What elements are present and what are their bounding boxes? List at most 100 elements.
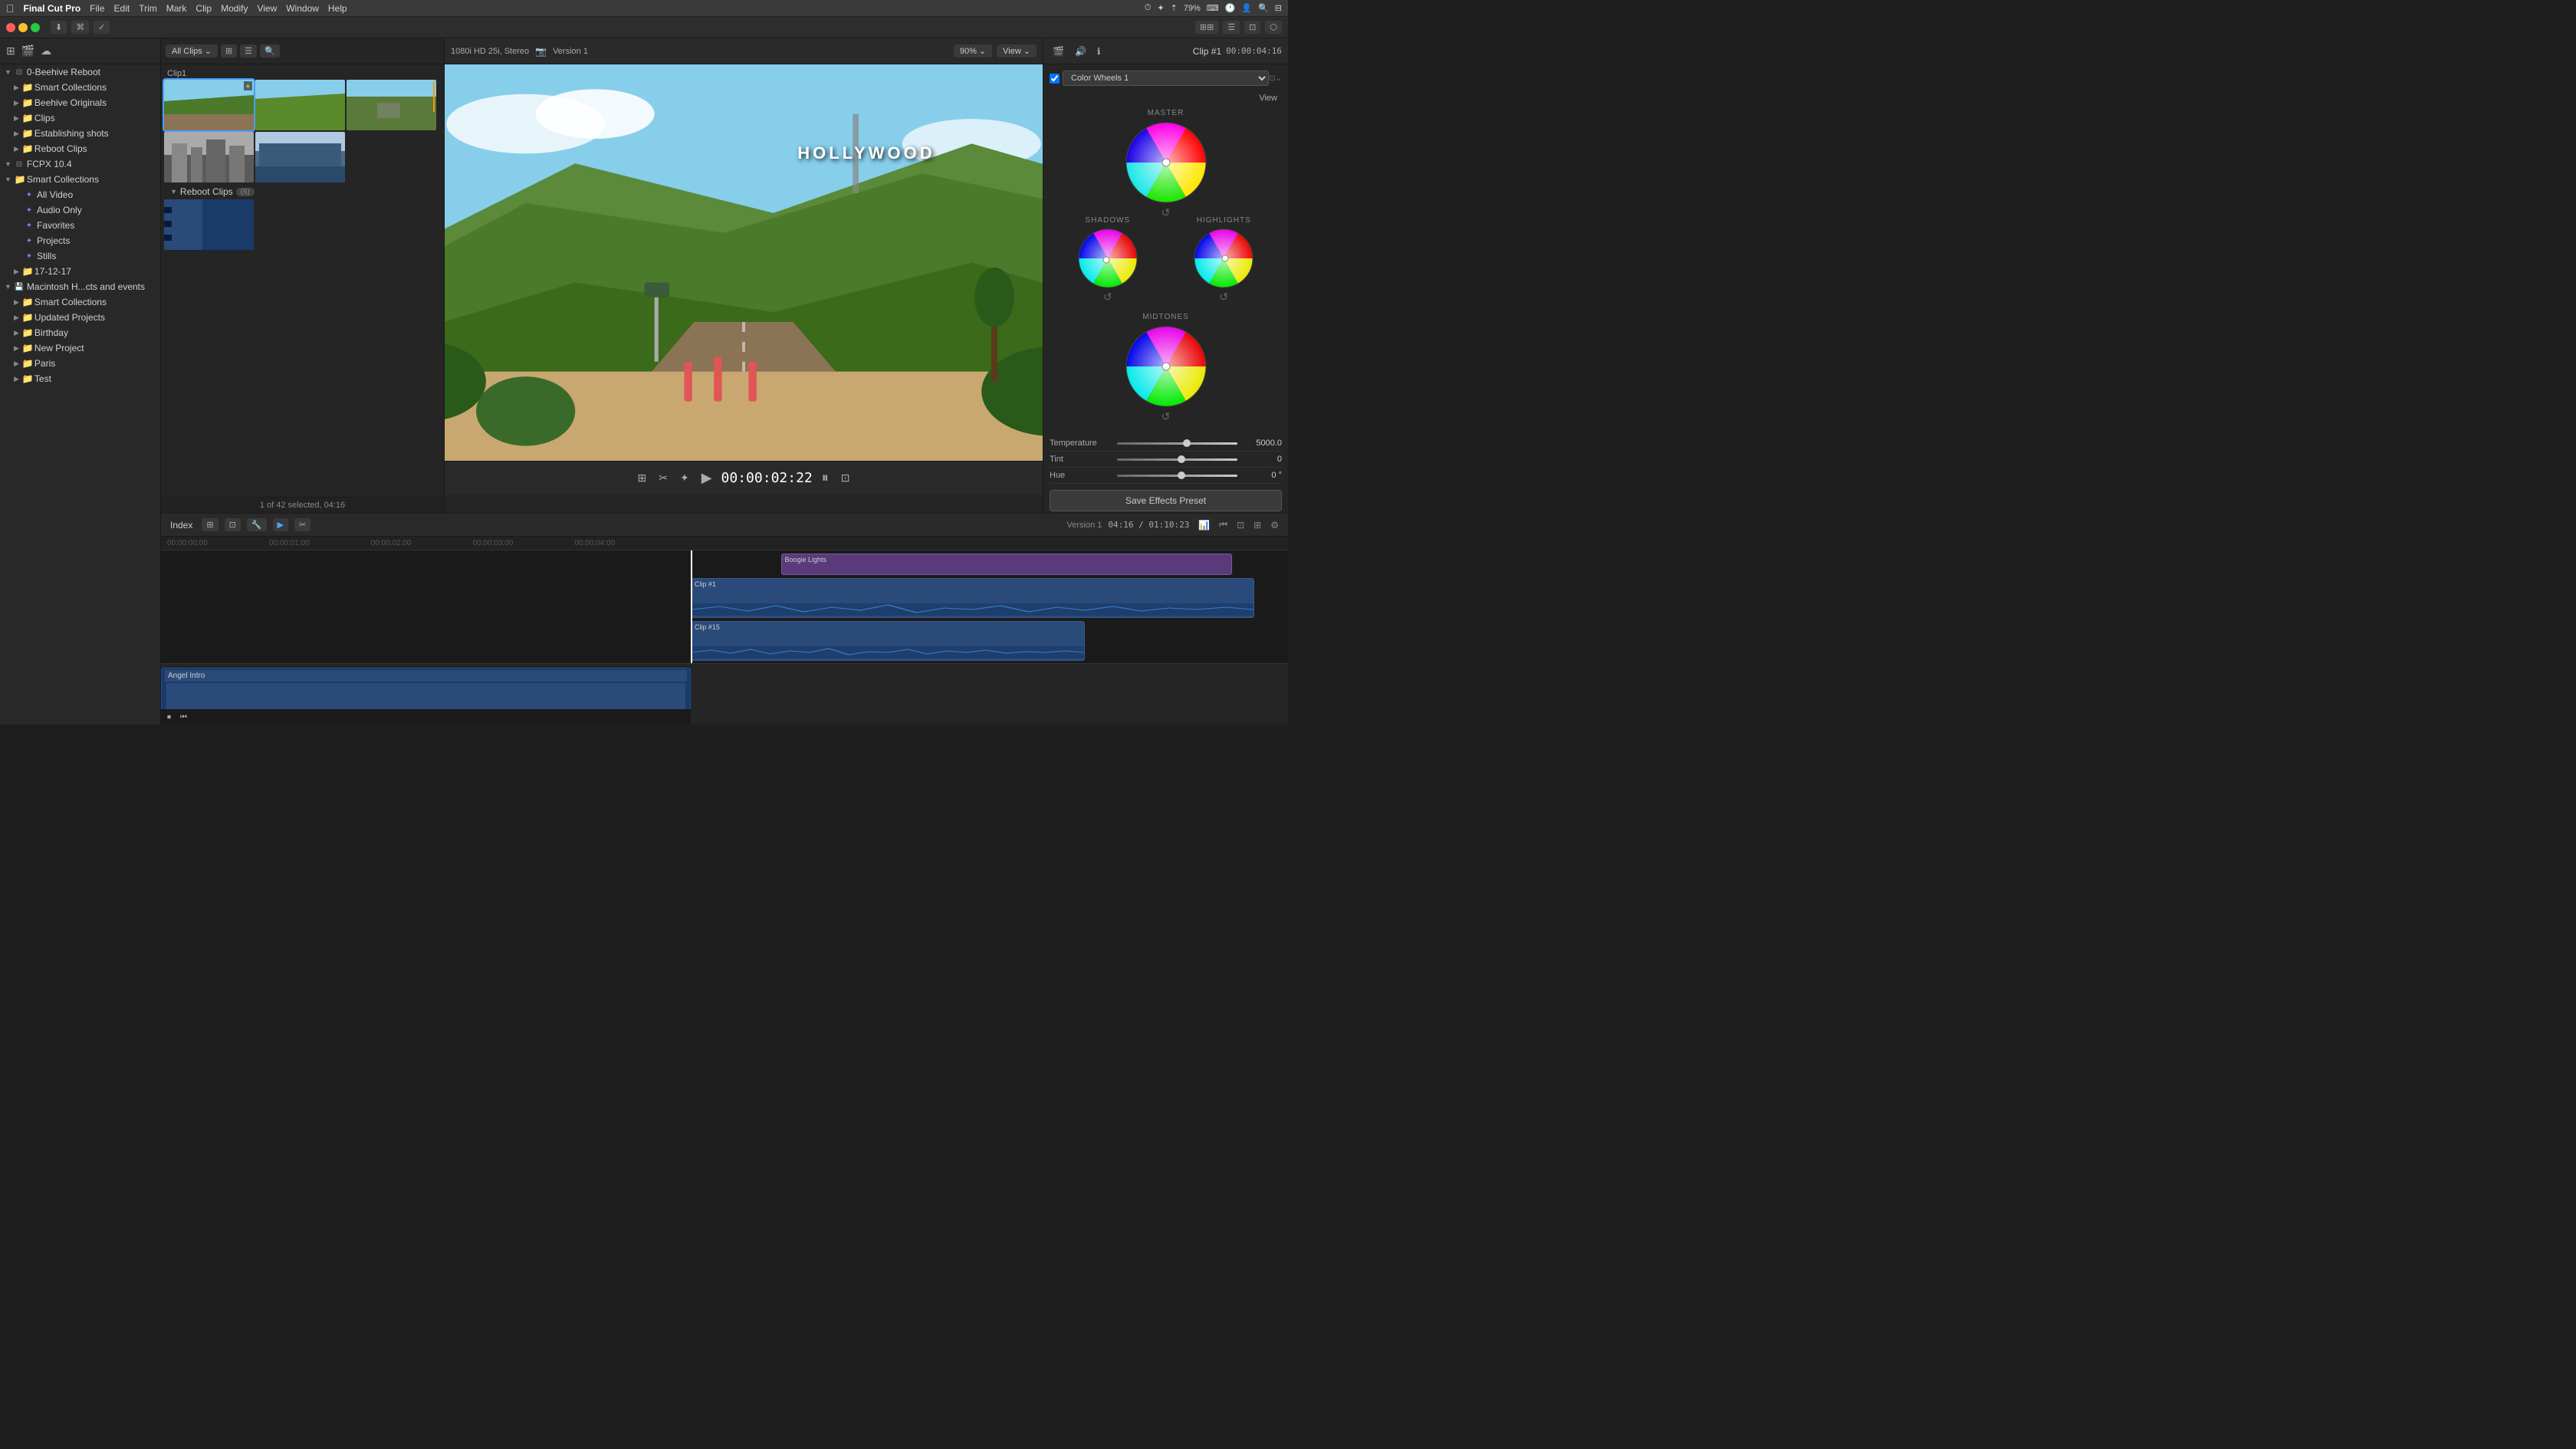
chevron-icon[interactable]: ⌄ <box>1276 74 1282 83</box>
midtones-reset-btn[interactable]: ↺ <box>1162 410 1171 423</box>
control-center-icon[interactable]: ⊟ <box>1275 3 1282 13</box>
apple-menu[interactable]:  <box>6 2 15 15</box>
grid-button[interactable]: ⊞⊞ <box>1195 21 1218 34</box>
sidebar-item-17-12-17[interactable]: ▶ 📁 17-12-17 <box>0 264 160 279</box>
zoom-out-icon[interactable]: ⊞ <box>635 470 650 486</box>
timeline-settings-btn[interactable]: ⚙ <box>1267 518 1282 531</box>
clip15-track-clip[interactable]: Clip #15 <box>691 621 1086 661</box>
trim-icon[interactable]: ✂ <box>656 470 671 486</box>
menu-view[interactable]: View <box>257 3 277 14</box>
sidebar-item-beehive-originals[interactable]: ▶ 📁 Beehive Originals <box>0 95 160 110</box>
effects-icon[interactable]: ✦ <box>677 470 692 486</box>
color-wheels-checkbox[interactable] <box>1050 74 1060 84</box>
hue-slider[interactable] <box>1117 475 1237 477</box>
sidebar-item-smart-collections-1[interactable]: ▶ 📁 Smart Collections <box>0 80 160 95</box>
clip-trim-btn[interactable]: ⊡ <box>1234 518 1247 531</box>
clip-thumbnail-1[interactable]: ● <box>164 80 254 130</box>
close-button[interactable] <box>6 23 15 32</box>
browser-search-btn[interactable]: 🔍 <box>260 44 280 58</box>
timeline-stop-btn[interactable]: ⏹ <box>164 711 174 723</box>
sidebar-icon-btn-1[interactable]: ⊞ <box>5 43 17 59</box>
sidebar-item-new-project[interactable]: ▶ 📁 New Project <box>0 340 160 356</box>
play-button[interactable]: ▶ <box>698 468 715 488</box>
clip-height-btn[interactable]: ⊡ <box>225 518 241 531</box>
layout-button[interactable]: ⊡ <box>1244 21 1260 34</box>
reboot-clips-header[interactable]: ▼ Reboot Clips (6) <box>164 184 441 199</box>
sidebar-item-projects[interactable]: ✦ Projects <box>0 233 160 248</box>
clip-appearance-btn[interactable]: ⊞ <box>202 518 218 531</box>
sidebar-icon-btn-2[interactable]: 🎬 <box>20 43 36 59</box>
sidebar-item-0-beehive-reboot[interactable]: ▼ ⊟ 0-Beehive Reboot <box>0 64 160 80</box>
search-icon[interactable]: 🔍 <box>1258 3 1269 13</box>
sidebar-item-updated-projects[interactable]: ▶ 📁 Updated Projects <box>0 310 160 325</box>
arrow-tool-btn[interactable]: ▶ <box>273 518 288 531</box>
tab-audio[interactable]: 🔊 <box>1072 44 1089 58</box>
menu-modify[interactable]: Modify <box>221 3 248 14</box>
timeline-play-btn[interactable]: ⏮ <box>177 711 190 723</box>
sidebar-item-favorites[interactable]: ✦ Favorites <box>0 218 160 233</box>
sidebar-item-smart-collections-2[interactable]: ▼ 📁 Smart Collections <box>0 172 160 187</box>
key-button[interactable]: ⌘ <box>71 21 89 34</box>
tint-slider[interactable] <box>1117 458 1237 461</box>
wrench-btn[interactable]: 🔧 <box>247 518 267 531</box>
sidebar-item-test[interactable]: ▶ 📁 Test <box>0 371 160 386</box>
menu-help[interactable]: Help <box>328 3 347 14</box>
menu-file[interactable]: File <box>90 3 104 14</box>
fullscreen-button[interactable]: ⊡ <box>838 470 853 486</box>
sidebar-item-birthday[interactable]: ▶ 📁 Birthday <box>0 325 160 340</box>
menu-window[interactable]: Window <box>286 3 319 14</box>
index-tab[interactable]: Index <box>167 519 196 531</box>
sidebar-item-establishing-shots[interactable]: ▶ 📁 Establishing shots <box>0 126 160 141</box>
color-wheels-dropdown[interactable]: Color Wheels 1 <box>1063 71 1269 86</box>
view-dropdown[interactable]: View ⌄ <box>997 44 1037 58</box>
menu-trim[interactable]: Trim <box>139 3 157 14</box>
sidebar-item-macintosh-h[interactable]: ▼ 💾 Macintosh H...cts and events <box>0 279 160 294</box>
browser-list-btn[interactable]: ☰ <box>240 44 257 58</box>
timeline-playhead[interactable] <box>691 550 692 663</box>
boogie-lights-clip[interactable]: Boogie Lights <box>781 554 1232 575</box>
expand-icon[interactable]: ⊡ <box>1269 74 1275 83</box>
zoom-dropdown[interactable]: 90% ⌄ <box>954 44 992 58</box>
shadows-wheel[interactable]: ↺ <box>1077 228 1138 291</box>
view-button[interactable]: View <box>1254 92 1282 104</box>
clip-thumbnail-5[interactable] <box>255 132 345 182</box>
window-controls[interactable] <box>6 23 40 32</box>
app-name[interactable]: Final Cut Pro <box>24 3 81 14</box>
sidebar-item-stills[interactable]: ✦ Stills <box>0 248 160 264</box>
check-button[interactable]: ✓ <box>94 21 110 34</box>
zoom-to-fit-btn[interactable]: ⊞ <box>1250 518 1264 531</box>
list-button[interactable]: ☰ <box>1223 21 1240 34</box>
reboot-clip-thumbnail-1[interactable] <box>164 199 254 250</box>
tab-video[interactable]: 🎬 <box>1050 44 1067 58</box>
clip1-track-clip[interactable]: Clip #1 <box>691 578 1254 618</box>
expand-button[interactable]: ⬡ <box>1265 21 1282 34</box>
sidebar-item-all-video[interactable]: ✦ All Video <box>0 187 160 202</box>
master-wheel[interactable]: ↺ <box>1124 120 1208 207</box>
sidebar-item-clips[interactable]: ▶ 📁 Clips <box>0 110 160 126</box>
master-reset-btn[interactable]: ↺ <box>1162 206 1171 219</box>
highlights-color-wheel[interactable] <box>1193 228 1254 289</box>
sidebar-item-reboot-clips[interactable]: ▶ 📁 Reboot Clips <box>0 141 160 156</box>
sidebar-item-smart-collections-3[interactable]: ▶ 📁 Smart Collections <box>0 294 160 310</box>
clip-thumbnail-2[interactable] <box>255 80 345 130</box>
pause-button[interactable]: ⏸ <box>819 468 832 488</box>
midtones-wheel[interactable]: ↺ <box>1124 324 1208 411</box>
browser-grid-btn[interactable]: ⊞ <box>221 44 237 58</box>
download-button[interactable]: ⬇ <box>51 21 67 34</box>
midtones-color-wheel[interactable] <box>1124 324 1208 409</box>
clip-thumbnail-3[interactable] <box>347 80 436 130</box>
clip-thumbnail-4[interactable] <box>164 132 254 182</box>
temperature-slider[interactable] <box>1117 442 1237 445</box>
shadows-color-wheel[interactable] <box>1077 228 1138 289</box>
highlights-wheel[interactable]: ↺ <box>1193 228 1254 291</box>
menu-clip[interactable]: Clip <box>196 3 212 14</box>
shadows-reset-btn[interactable]: ↺ <box>1103 291 1112 304</box>
blade-btn[interactable]: ✂ <box>294 518 310 531</box>
sidebar-icon-btn-3[interactable]: ☁ <box>39 43 53 59</box>
sidebar-item-audio-only[interactable]: ✦ Audio Only <box>0 202 160 218</box>
sidebar-item-paris[interactable]: ▶ 📁 Paris <box>0 356 160 371</box>
maximize-button[interactable] <box>31 23 40 32</box>
all-clips-dropdown[interactable]: All Clips ⌄ <box>166 44 218 58</box>
master-color-wheel[interactable] <box>1124 120 1208 205</box>
minimize-button[interactable] <box>18 23 28 32</box>
